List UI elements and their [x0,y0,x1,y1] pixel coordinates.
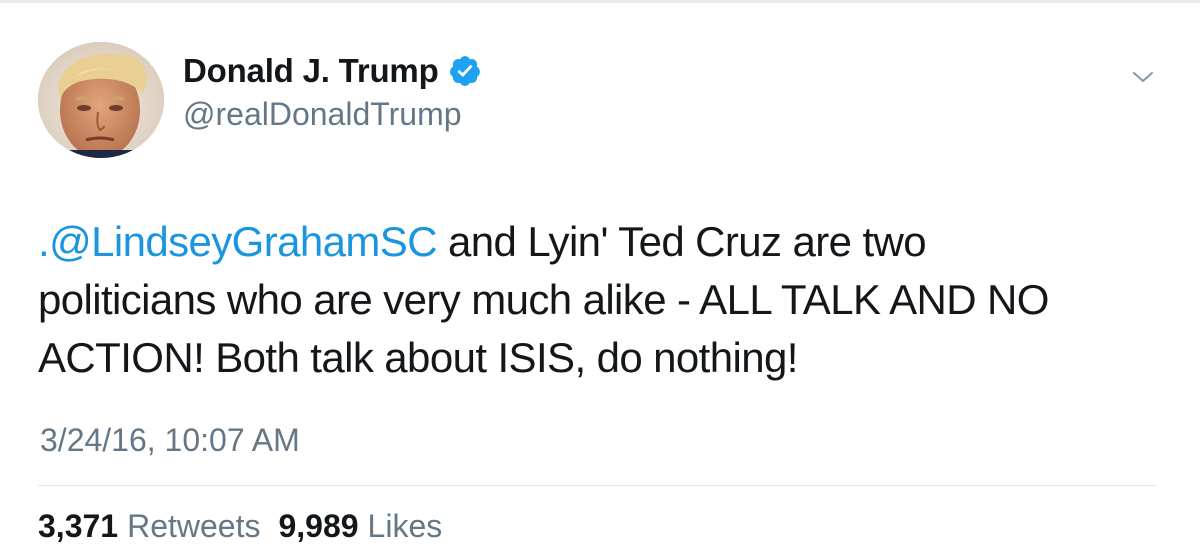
tweet-card: Donald J. Trump @realDonaldTrump .@Linds… [0,0,1200,555]
tweet-text-line-3: ACTION! Both talk about ISIS, do nothing… [38,334,798,381]
tweet-text-line-1: .@LindseyGrahamSC and Lyin' Ted Cruz are… [38,213,1168,271]
tweet-text: .@LindseyGrahamSC and Lyin' Ted Cruz are… [38,213,1168,387]
chevron-down-icon [1133,72,1153,82]
retweets-count: 3,371 [38,508,119,544]
likes-label: Likes [367,508,443,544]
avatar[interactable] [38,42,164,158]
tweet-text-line-1-rest: and Lyin' Ted Cruz are two [436,218,927,265]
tweet-menu-button[interactable] [1128,62,1158,92]
retweets-label: Retweets [127,508,261,544]
tweet-stats: 3,371 Retweets 9,989 Likes [38,508,460,545]
tweet-timestamp[interactable]: 3/24/16, 10:07 AM [40,422,300,459]
mention-link[interactable]: .@LindseyGrahamSC [38,218,438,265]
likes-stat[interactable]: 9,989 Likes [278,508,442,545]
author-handle[interactable]: @realDonaldTrump [183,96,462,133]
author-name-row[interactable]: Donald J. Trump [183,52,482,90]
retweets-stat[interactable]: 3,371 Retweets [38,508,260,545]
tweet-text-line-2: politicians who are very much alike - AL… [38,276,1049,323]
likes-count: 9,989 [278,508,359,544]
author-display-name[interactable]: Donald J. Trump [183,52,439,90]
avatar-image [38,42,164,158]
divider [38,485,1156,486]
verified-badge-icon [448,54,482,88]
